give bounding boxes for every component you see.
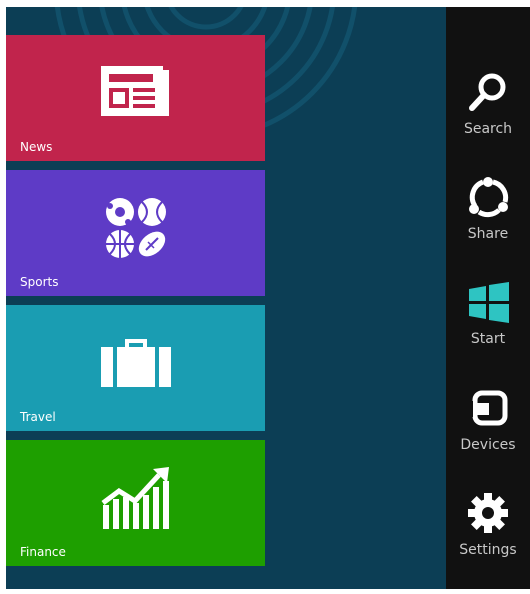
finance-tile-label: Finance: [20, 545, 66, 559]
share-charm-label: Share: [467, 226, 509, 242]
devices-charm[interactable]: Devices: [446, 387, 530, 471]
travel-tile[interactable]: Travel: [6, 305, 265, 431]
windows-logo-icon: [469, 282, 509, 323]
news-tile[interactable]: News: [6, 35, 265, 161]
suitcase-icon: [99, 333, 173, 393]
share-charm[interactable]: Share: [446, 176, 530, 260]
newspaper-icon: [99, 63, 173, 123]
share-icon: [469, 177, 509, 218]
start-charm-label: Start: [470, 331, 506, 347]
start-screen-background: News Sports Travel Finance: [6, 7, 446, 589]
settings-charm[interactable]: Settings: [446, 492, 530, 576]
settings-charm-label: Settings: [459, 542, 517, 558]
sports-tile-label: Sports: [20, 275, 59, 289]
search-charm[interactable]: Search: [446, 71, 530, 155]
charms-bar: Search Share Start Devices Settings: [446, 7, 530, 589]
search-icon: [469, 73, 506, 111]
sports-balls-icon: [99, 198, 173, 258]
news-tile-label: News: [20, 140, 53, 154]
sports-tile[interactable]: Sports: [6, 170, 265, 296]
windows-start-screen: News Sports Travel Finance Search Share …: [6, 7, 530, 589]
settings-gear-icon: [468, 493, 508, 533]
devices-charm-label: Devices: [460, 437, 516, 453]
search-charm-label: Search: [463, 121, 513, 137]
start-charm[interactable]: Start: [446, 281, 530, 365]
devices-icon: [467, 390, 508, 426]
travel-tile-label: Travel: [20, 410, 56, 424]
stock-chart-icon: [99, 467, 173, 529]
finance-tile[interactable]: Finance: [6, 440, 265, 566]
